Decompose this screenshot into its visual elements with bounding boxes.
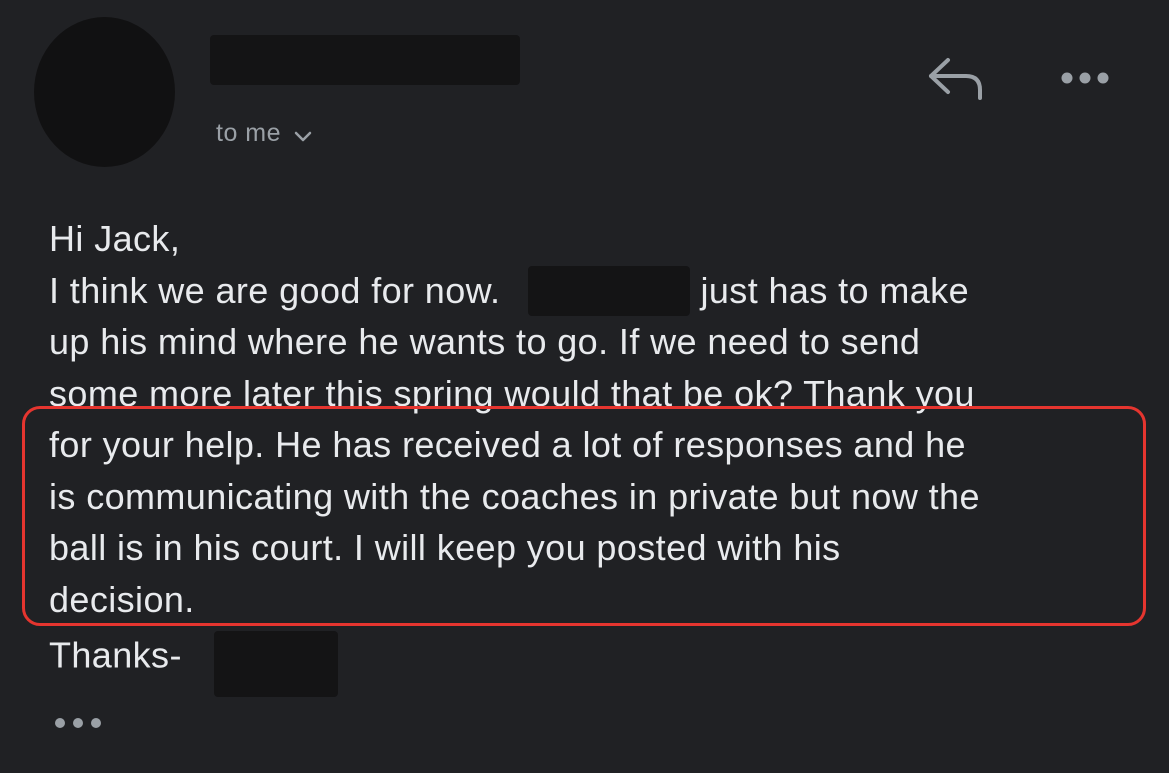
signoff-line: Thanks- xyxy=(49,625,1149,697)
name-redacted xyxy=(528,265,691,316)
body-line: decision. xyxy=(49,578,195,620)
message-body: Hi Jack, I think we are good for now. jus… xyxy=(49,213,1149,697)
body-line-text: just has to make xyxy=(700,269,969,311)
body-line: is communicating with the coaches in pri… xyxy=(49,475,980,517)
body-line: for your help. He has received a lot of … xyxy=(49,424,966,465)
sender-name-redacted xyxy=(210,35,520,85)
recipient-label: to me xyxy=(216,119,282,147)
body-line: I think we are good for now. just has to … xyxy=(49,265,1149,317)
sender-avatar[interactable] xyxy=(34,17,175,167)
signoff: Thanks- xyxy=(49,634,182,676)
signature-redacted xyxy=(213,631,338,697)
reply-button[interactable] xyxy=(924,52,986,104)
ellipsis-icon xyxy=(55,718,101,728)
body-line: up his mind where he wants to go. If we … xyxy=(49,321,921,362)
show-trimmed-content-button[interactable] xyxy=(52,710,104,736)
recipient-toggle[interactable]: to me xyxy=(216,116,313,151)
body-line: some more later this spring would that b… xyxy=(49,372,975,414)
more-options-button[interactable] xyxy=(1056,58,1116,98)
body-line: ball is in his court. I will keep you po… xyxy=(49,527,841,568)
body-line-text: I think we are good for now. xyxy=(49,269,501,311)
chevron-down-icon xyxy=(293,122,313,151)
reply-arrow-icon xyxy=(929,58,982,100)
greeting: Hi Jack, xyxy=(49,218,181,259)
more-horizontal-icon xyxy=(1061,72,1109,84)
